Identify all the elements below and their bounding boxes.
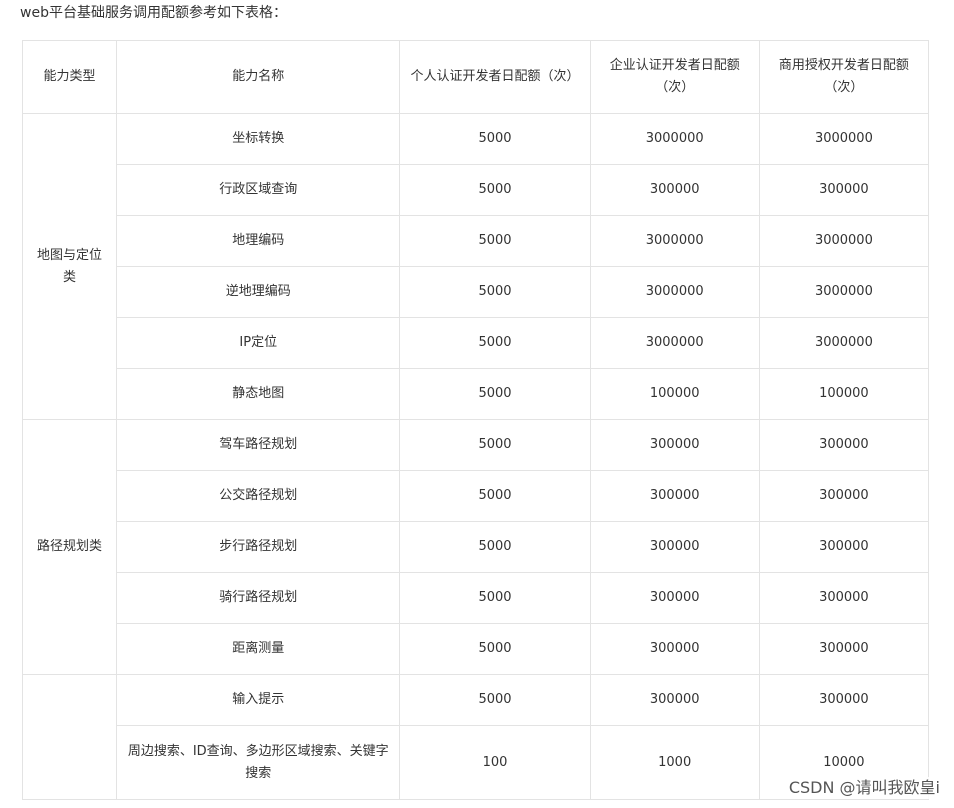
table-row: 静态地图 5000 100000 100000 xyxy=(23,368,930,420)
commercial-quota-cell: 300000 xyxy=(758,164,930,216)
capability-name-cell: 骑行路径规划 xyxy=(116,572,401,624)
header-individual-quota: 个人认证开发者日配额（次） xyxy=(399,40,591,114)
capability-name-cell: 步行路径规划 xyxy=(116,521,401,573)
individual-quota-cell: 5000 xyxy=(399,674,591,726)
category-cell: 地图与定位类 xyxy=(21,113,118,420)
commercial-quota-cell: 3000000 xyxy=(758,266,930,318)
commercial-quota-cell: 100000 xyxy=(758,368,930,420)
individual-quota-cell: 5000 xyxy=(399,317,591,369)
table-row: 步行路径规划 5000 300000 300000 xyxy=(23,521,930,573)
enterprise-quota-cell: 3000000 xyxy=(589,266,760,318)
commercial-quota-cell: 300000 xyxy=(758,521,930,573)
header-commercial-quota: 商用授权开发者日配额（次） xyxy=(758,40,930,114)
capability-name-cell: 周边搜索、ID查询、多边形区域搜索、关键字搜索 xyxy=(116,725,401,800)
commercial-quota-cell: 300000 xyxy=(758,674,930,726)
header-name: 能力名称 xyxy=(116,40,401,114)
table-row: 路径规划类 驾车路径规划 5000 300000 300000 xyxy=(21,419,930,675)
intro-text: web平台基础服务调用配额参考如下表格： xyxy=(20,5,287,21)
table-body: 地图与定位类 坐标转换 5000 3000000 3000000 行政区域查询 5000 30… xyxy=(21,113,930,800)
header-type: 能力类型 xyxy=(21,40,118,114)
enterprise-quota-cell: 300000 xyxy=(589,521,760,573)
enterprise-quota-cell: 300000 xyxy=(589,470,760,522)
enterprise-quota-cell: 3000000 xyxy=(589,215,760,267)
table-row: 公交路径规划 5000 300000 300000 xyxy=(23,470,930,522)
table-row: 地理编码 5000 3000000 3000000 xyxy=(23,215,930,267)
table-row: 地图与定位类 坐标转换 5000 3000000 3000000 xyxy=(21,113,930,420)
commercial-quota-cell: 3000000 xyxy=(758,215,930,267)
individual-quota-cell: 5000 xyxy=(399,572,591,624)
table-row: 骑行路径规划 5000 300000 300000 xyxy=(23,572,930,624)
individual-quota-cell: 5000 xyxy=(399,419,591,471)
commercial-quota-cell: 300000 xyxy=(758,419,930,471)
individual-quota-cell: 5000 xyxy=(399,215,591,267)
quota-table: 能力类型 能力名称 个人认证开发者日配额（次） 企业认证开发者日配额（次） 商用… xyxy=(21,40,930,800)
enterprise-quota-cell: 3000000 xyxy=(589,317,760,369)
enterprise-quota-cell: 300000 xyxy=(589,164,760,216)
table-row: 行政区域查询 5000 300000 300000 xyxy=(23,164,930,216)
csdn-watermark: CSDN @请叫我欧皇i xyxy=(788,777,940,799)
commercial-quota-cell: 300000 xyxy=(758,470,930,522)
enterprise-quota-cell: 300000 xyxy=(589,674,760,726)
capability-name-cell: 行政区域查询 xyxy=(116,164,401,216)
commercial-quota-cell: 300000 xyxy=(758,572,930,624)
individual-quota-cell: 5000 xyxy=(399,470,591,522)
enterprise-quota-cell: 300000 xyxy=(589,419,760,471)
individual-quota-cell: 5000 xyxy=(399,623,591,675)
page: web平台基础服务调用配额参考如下表格： 能力类型 能力名称 个人认证开发者日配… xyxy=(0,0,954,808)
category-cell xyxy=(21,674,118,800)
capability-name-cell: 距离测量 xyxy=(116,623,401,675)
category-cell: 路径规划类 xyxy=(21,419,118,675)
table-row: 距离测量 5000 300000 300000 xyxy=(23,623,930,675)
capability-name-cell: 地理编码 xyxy=(116,215,401,267)
individual-quota-cell: 5000 xyxy=(399,266,591,318)
enterprise-quota-cell: 3000000 xyxy=(589,113,760,165)
enterprise-quota-cell: 1000 xyxy=(589,725,760,800)
commercial-quota-cell: 300000 xyxy=(758,623,930,675)
individual-quota-cell: 5000 xyxy=(399,368,591,420)
table-row: 输入提示 5000 300000 300000 xyxy=(21,674,930,800)
individual-quota-cell: 5000 xyxy=(399,113,591,165)
header-enterprise-quota: 企业认证开发者日配额（次） xyxy=(589,40,760,114)
capability-name-cell: 公交路径规划 xyxy=(116,470,401,522)
capability-name-cell: 坐标转换 xyxy=(116,113,401,165)
individual-quota-cell: 5000 xyxy=(399,164,591,216)
individual-quota-cell: 5000 xyxy=(399,521,591,573)
capability-name-cell: 静态地图 xyxy=(116,368,401,420)
capability-name-cell: IP定位 xyxy=(116,317,401,369)
individual-quota-cell: 100 xyxy=(399,725,591,800)
commercial-quota-cell: 3000000 xyxy=(758,113,930,165)
capability-name-cell: 逆地理编码 xyxy=(116,266,401,318)
header-row: 能力类型 能力名称 个人认证开发者日配额（次） 企业认证开发者日配额（次） 商用… xyxy=(21,40,930,114)
enterprise-quota-cell: 100000 xyxy=(589,368,760,420)
enterprise-quota-cell: 300000 xyxy=(589,623,760,675)
commercial-quota-cell: 3000000 xyxy=(758,317,930,369)
table-row: 逆地理编码 5000 3000000 3000000 xyxy=(23,266,930,318)
capability-name-cell: 输入提示 xyxy=(116,674,401,726)
enterprise-quota-cell: 300000 xyxy=(589,572,760,624)
table-row: IP定位 5000 3000000 3000000 xyxy=(23,317,930,369)
capability-name-cell: 驾车路径规划 xyxy=(116,419,401,471)
